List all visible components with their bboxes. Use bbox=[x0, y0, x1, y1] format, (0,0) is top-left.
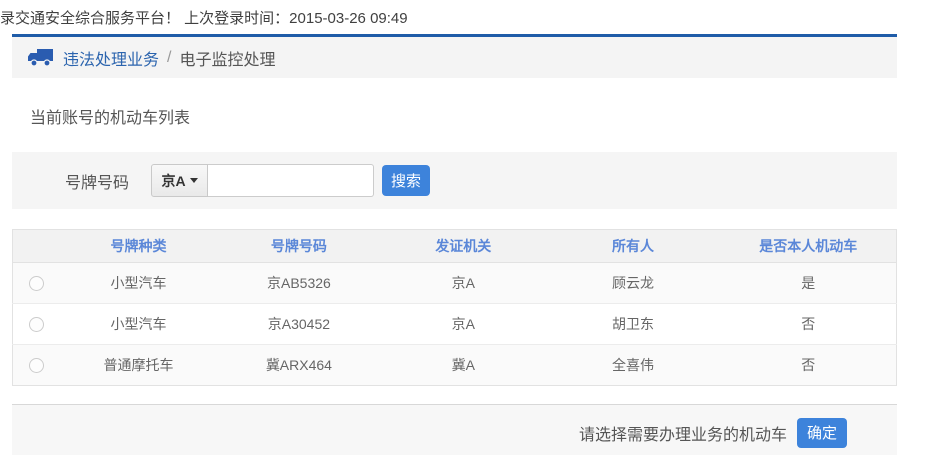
issuing-authority-cell: 京A bbox=[381, 263, 545, 304]
footer-hint: 请选择需要办理业务的机动车 bbox=[579, 421, 787, 445]
column-header-select bbox=[13, 230, 61, 263]
column-header-issuing-authority: 发证机关 bbox=[381, 230, 545, 263]
is-own-cell: 否 bbox=[721, 304, 897, 345]
column-header-plate-number: 号牌号码 bbox=[217, 230, 381, 263]
chevron-down-icon bbox=[190, 178, 198, 183]
page-title: 当前账号的机动车列表 bbox=[30, 104, 897, 128]
confirm-button[interactable]: 确定 bbox=[797, 418, 847, 448]
breadcrumb-separator: / bbox=[167, 49, 171, 67]
plate-number-input[interactable] bbox=[208, 164, 374, 197]
table-row: 普通摩托车 冀ARX464 冀A 全喜伟 否 bbox=[13, 345, 897, 386]
footer-bar: 请选择需要办理业务的机动车 确定 bbox=[12, 404, 897, 455]
search-bar: 号牌号码 京A 搜索 bbox=[12, 152, 897, 209]
column-header-is-own: 是否本人机动车 bbox=[721, 230, 897, 263]
plate-number-cell: 冀ARX464 bbox=[217, 345, 381, 386]
issuing-authority-cell: 冀A bbox=[381, 345, 545, 386]
breadcrumb-current: 电子监控处理 bbox=[179, 46, 275, 70]
owner-cell: 胡卫东 bbox=[546, 304, 721, 345]
vehicle-radio[interactable] bbox=[29, 317, 44, 332]
welcome-message: 录交通安全综合服务平台！ 上次登录时间：2015-03-26 09:49 bbox=[0, 4, 925, 34]
vehicle-radio[interactable] bbox=[29, 276, 44, 291]
plate-number-label: 号牌号码 bbox=[65, 169, 129, 193]
province-dropdown[interactable]: 京A bbox=[151, 164, 208, 197]
search-button[interactable]: 搜索 bbox=[382, 165, 430, 196]
plate-number-cell: 京A30452 bbox=[217, 304, 381, 345]
plate-type-cell: 小型汽车 bbox=[60, 304, 216, 345]
is-own-cell: 否 bbox=[721, 345, 897, 386]
truck-icon bbox=[28, 48, 54, 67]
vehicle-table: 号牌种类 号牌号码 发证机关 所有人 是否本人机动车 小型汽车 京AB5326 … bbox=[12, 229, 897, 386]
breadcrumb-section-link[interactable]: 违法处理业务 bbox=[63, 46, 159, 70]
plate-number-cell: 京AB5326 bbox=[217, 263, 381, 304]
column-header-owner: 所有人 bbox=[546, 230, 721, 263]
plate-search-combo: 京A bbox=[151, 164, 374, 197]
breadcrumb: 违法处理业务 / 电子监控处理 bbox=[12, 37, 897, 78]
vehicle-radio[interactable] bbox=[29, 358, 44, 373]
plate-type-cell: 普通摩托车 bbox=[60, 345, 216, 386]
issuing-authority-cell: 京A bbox=[381, 304, 545, 345]
title-block: 当前账号的机动车列表 bbox=[12, 78, 897, 152]
table-row: 小型汽车 京AB5326 京A 顾云龙 是 bbox=[13, 263, 897, 304]
table-header-row: 号牌种类 号牌号码 发证机关 所有人 是否本人机动车 bbox=[13, 230, 897, 263]
plate-type-cell: 小型汽车 bbox=[60, 263, 216, 304]
column-header-plate-type: 号牌种类 bbox=[60, 230, 216, 263]
owner-cell: 顾云龙 bbox=[546, 263, 721, 304]
province-dropdown-value: 京A bbox=[161, 171, 185, 191]
table-row: 小型汽车 京A30452 京A 胡卫东 否 bbox=[13, 304, 897, 345]
owner-cell: 全喜伟 bbox=[546, 345, 721, 386]
is-own-cell: 是 bbox=[721, 263, 897, 304]
main-container: 违法处理业务 / 电子监控处理 当前账号的机动车列表 号牌号码 京A 搜索 号牌… bbox=[12, 34, 897, 455]
